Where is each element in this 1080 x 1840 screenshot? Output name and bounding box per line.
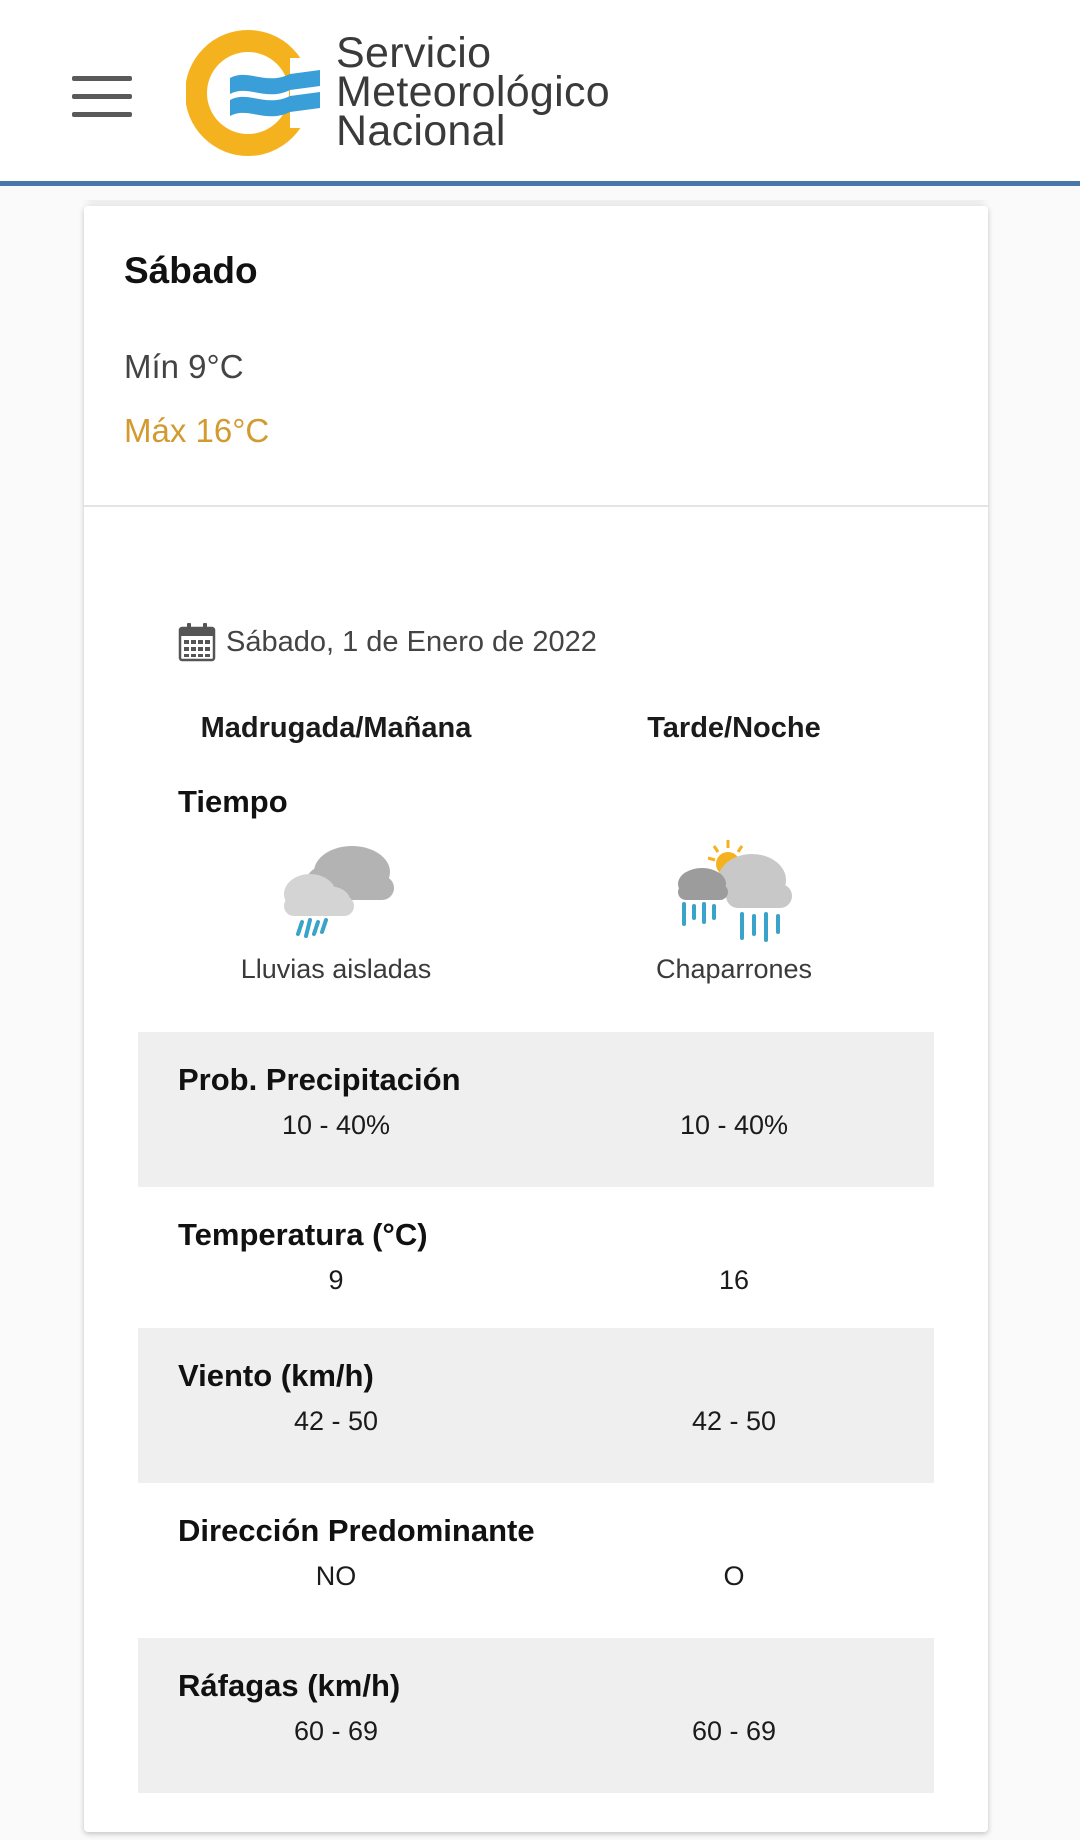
weather-desc-evening: Chaparrones xyxy=(655,954,813,984)
row-wind: Viento (km/h) 42 - 50 42 - 50 xyxy=(138,1328,934,1483)
row-label: Dirección Predominante xyxy=(178,1513,535,1548)
row-label: Temperatura (°C) xyxy=(178,1217,428,1252)
logo-wordmark[interactable]: Servicio Meteorológico Nacional xyxy=(336,32,610,155)
value-evening: O xyxy=(723,1561,745,1591)
isolated-rain-cloud-icon xyxy=(284,846,394,938)
row-label: Ráfagas (km/h) xyxy=(178,1668,401,1703)
logo-line-3: Nacional xyxy=(336,107,506,155)
weather-desc-morning: Lluvias aisladas xyxy=(240,954,432,984)
value-evening: 42 - 50 xyxy=(691,1406,777,1436)
value-evening: 16 xyxy=(718,1265,750,1295)
menu-icon[interactable] xyxy=(72,76,132,118)
row-precipitation: Prob. Precipitación 10 - 40% 10 - 40% xyxy=(138,1032,934,1187)
value-morning: 60 - 69 xyxy=(293,1716,379,1746)
forecast-date: Sábado, 1 de Enero de 2022 xyxy=(178,622,597,662)
card-divider xyxy=(84,505,988,507)
smn-logo-icon[interactable] xyxy=(186,28,326,158)
column-header-evening: Tarde/Noche xyxy=(647,712,821,744)
value-evening: 60 - 69 xyxy=(691,1716,777,1746)
forecast-card: Sábado Mín 9°C Máx 16°C Sábado, 1 de Ene… xyxy=(84,206,988,1832)
temp-min: Mín 9°C xyxy=(124,348,244,385)
weather-label: Tiempo xyxy=(178,784,288,819)
value-morning: NO xyxy=(315,1561,357,1591)
card-shadow-above xyxy=(84,190,988,200)
value-morning: 42 - 50 xyxy=(293,1406,379,1436)
row-label: Viento (km/h) xyxy=(178,1358,374,1393)
value-morning: 10 - 40% xyxy=(281,1110,391,1140)
row-gusts: Ráfagas (km/h) 60 - 69 60 - 69 xyxy=(138,1638,934,1793)
column-header-morning: Madrugada/Mañana xyxy=(200,712,472,744)
value-evening: 10 - 40% xyxy=(679,1110,789,1140)
day-name: Sábado xyxy=(124,250,258,291)
forecast-date-text: Sábado, 1 de Enero de 2022 xyxy=(226,625,597,658)
row-label: Prob. Precipitación xyxy=(178,1062,461,1097)
row-wind-direction: Dirección Predominante NO O xyxy=(138,1483,934,1638)
row-temperature: Temperatura (°C) 9 16 xyxy=(138,1187,934,1342)
app-header: Servicio Meteorológico Nacional xyxy=(0,0,1080,186)
temp-max: Máx 16°C xyxy=(124,412,270,449)
value-morning: 9 xyxy=(328,1265,344,1295)
calendar-icon xyxy=(178,623,216,662)
showers-sun-cloud-icon xyxy=(678,840,792,942)
